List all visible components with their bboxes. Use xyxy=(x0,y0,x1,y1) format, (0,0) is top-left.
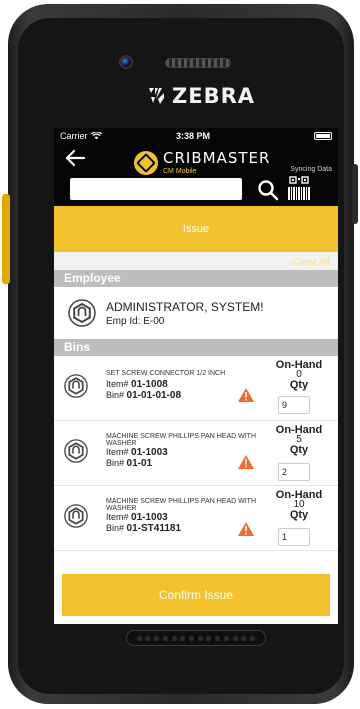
sync-status: Syncing Data xyxy=(290,166,332,173)
item-label: Item# xyxy=(106,447,129,457)
zebra-logo: ZEBRA xyxy=(146,84,255,108)
bins-section-header: Bins xyxy=(54,339,338,356)
employee-card[interactable]: ADMINISTRATOR, SYSTEM! Emp Id: E-00 xyxy=(54,287,338,339)
hex-nut-icon xyxy=(68,299,96,327)
clock-time: 3:38 PM xyxy=(176,131,211,141)
bin-item-number: Item# 01-1008 xyxy=(106,379,168,390)
item-value: 01-1003 xyxy=(131,447,168,458)
employee-id-line: Emp Id: E-00 xyxy=(106,316,264,327)
onhand-block: On-Hand 10 Qty xyxy=(264,490,334,521)
employee-section-header: Employee xyxy=(54,270,338,287)
bin-row[interactable]: SET SCREW CONNECTOR 1/2 INCH Item# 01-10… xyxy=(54,356,338,421)
wifi-icon xyxy=(90,132,102,140)
bin-value: 01-01-01-08 xyxy=(126,390,182,401)
onhand-block: On-Hand 5 Qty xyxy=(264,425,334,456)
search-input[interactable] xyxy=(70,178,242,200)
bin-value: 01-01 xyxy=(126,458,153,469)
status-bar: Carrier 3:38 PM xyxy=(54,128,338,144)
app-screen: Carrier 3:38 PM CRIBMASTER CM Mobile Syn… xyxy=(54,128,338,624)
battery-icon xyxy=(314,132,332,140)
barcode-scan-icon[interactable] xyxy=(287,176,311,202)
hex-nut-icon xyxy=(64,439,88,463)
qty-label: Qty xyxy=(289,509,309,521)
bin-value: 01-ST41181 xyxy=(126,523,182,534)
warning-icon xyxy=(238,388,254,402)
back-button[interactable] xyxy=(64,148,90,170)
app-header: CRIBMASTER CM Mobile Syncing Data xyxy=(54,144,338,206)
hex-nut-icon xyxy=(64,504,88,528)
carrier-text: Carrier xyxy=(60,131,88,141)
camera-icon xyxy=(119,55,133,69)
employee-name: ADMINISTRATOR, SYSTEM! xyxy=(106,299,264,314)
zebra-brand-text: ZEBRA xyxy=(172,84,256,108)
hex-nut-icon xyxy=(64,374,88,398)
earpiece-speaker xyxy=(165,58,231,68)
app-brand: CRIBMASTER CM Mobile xyxy=(134,150,270,175)
bin-description: SET SCREW CONNECTOR 1/2 INCH xyxy=(106,370,226,377)
tab-issue[interactable]: Issue xyxy=(54,206,338,252)
qty-input[interactable]: 9 xyxy=(278,396,310,414)
qty-label: Qty xyxy=(289,379,309,391)
side-power-button[interactable] xyxy=(352,164,358,224)
item-value: 01-1008 xyxy=(131,379,168,390)
brand-text: CRIBMASTER CM Mobile xyxy=(163,149,271,176)
clear-all-button[interactable]: Clear All xyxy=(293,257,330,268)
search-icon[interactable] xyxy=(257,179,279,201)
bin-label: Bin# xyxy=(106,523,125,533)
bin-label: Bin# xyxy=(106,390,125,400)
bin-location: Bin# 01-01-01-08 xyxy=(106,390,181,401)
qty-label: Qty xyxy=(289,444,309,456)
bin-description: MACHINE SCREW PHILLIPS PAN HEAD WITH WAS… xyxy=(106,498,257,512)
qty-input[interactable]: 2 xyxy=(278,463,310,481)
bin-item-number: Item# 01-1003 xyxy=(106,512,168,523)
employee-id-label: Emp Id: xyxy=(106,315,141,327)
item-label: Item# xyxy=(106,379,129,389)
onhand-block: On-Hand 0 Qty xyxy=(264,360,334,391)
employee-info: ADMINISTRATOR, SYSTEM! Emp Id: E-00 xyxy=(106,300,264,327)
bin-row[interactable]: MACHINE SCREW PHILLIPS PAN HEAD WITH WAS… xyxy=(54,486,338,551)
bin-location: Bin# 01-ST41181 xyxy=(106,523,181,534)
side-scan-button[interactable] xyxy=(2,194,10,284)
item-label: Item# xyxy=(106,512,129,522)
cribmaster-logo-icon xyxy=(134,150,158,175)
bin-location: Bin# 01-01 xyxy=(106,458,152,469)
app-subtitle: CM Mobile xyxy=(163,168,197,175)
bottom-speaker xyxy=(126,630,266,646)
bin-label: Bin# xyxy=(106,458,125,468)
tab-issue-label: Issue xyxy=(182,223,210,235)
confirm-issue-button[interactable]: Confirm Issue xyxy=(62,574,330,616)
back-arrow-icon xyxy=(65,149,86,167)
item-value: 01-1003 xyxy=(131,512,168,523)
clear-row: Clear All xyxy=(54,252,338,270)
app-name: CRIBMASTER xyxy=(163,149,271,167)
bin-row[interactable]: MACHINE SCREW PHILLIPS PAN HEAD WITH WAS… xyxy=(54,421,338,486)
warning-icon xyxy=(238,455,254,469)
zebra-logo-icon xyxy=(149,88,164,104)
bin-description: MACHINE SCREW PHILLIPS PAN HEAD WITH WAS… xyxy=(106,433,257,447)
qty-input[interactable]: 1 xyxy=(278,528,310,546)
warning-icon xyxy=(238,522,254,536)
carrier-label: Carrier xyxy=(60,131,102,141)
employee-id-value: E-00 xyxy=(143,315,165,327)
bin-item-number: Item# 01-1003 xyxy=(106,447,168,458)
